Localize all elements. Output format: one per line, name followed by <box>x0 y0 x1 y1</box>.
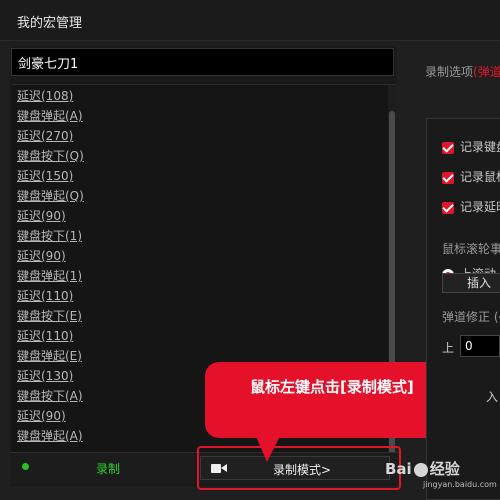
macro-event-item[interactable]: 延迟(150) <box>17 167 73 184</box>
record-status-dot <box>22 463 29 470</box>
macro-event-item[interactable]: 延迟(90) <box>17 207 66 224</box>
macro-event-item[interactable]: 键盘弹起(Q) <box>17 187 84 204</box>
trajectory-correction-label: 弹道修正 (← <box>442 310 500 324</box>
macro-event-item[interactable]: 延迟(270) <box>17 127 73 144</box>
checkbox-record-mouse[interactable]: 记录鼠标 <box>442 168 500 185</box>
baidu-watermark: Bai 经验 jingyan.baidu.com <box>385 458 497 489</box>
checkbox-record-delay[interactable]: 记录延时 <box>442 198 500 215</box>
macro-event-item[interactable]: 延迟(90) <box>17 247 66 264</box>
record-button[interactable]: 录制 <box>96 460 120 477</box>
watermark-text: Bai <box>385 460 412 478</box>
checkbox-record-keyboard[interactable]: 记录键盘 <box>442 138 500 155</box>
macro-event-item[interactable]: 键盘按下(A) <box>17 387 83 404</box>
macro-event-item[interactable]: 键盘弹起(A) <box>17 427 83 444</box>
macro-event-item[interactable]: 延迟(108) <box>17 87 73 104</box>
checkbox-checked-icon[interactable] <box>442 201 454 214</box>
macro-name-input[interactable] <box>11 48 394 76</box>
partial-label: 入 <box>486 390 499 404</box>
macro-event-item[interactable]: 键盘按下(E) <box>17 307 82 324</box>
checkbox-checked-icon[interactable] <box>442 141 454 154</box>
macro-event-item[interactable]: 延迟(90) <box>17 407 66 424</box>
macro-event-item[interactable]: 键盘按下(Q) <box>17 147 84 164</box>
macro-event-item[interactable]: 键盘弹起(A) <box>17 107 83 124</box>
record-options-label: 录制选项(弹道 <box>425 63 500 80</box>
checkbox-label: 记录延时 <box>460 200 500 214</box>
up-value-input[interactable]: 0 <box>460 335 500 357</box>
macro-event-item[interactable]: 延迟(110) <box>17 287 73 304</box>
up-label: 上 <box>442 341 455 355</box>
macro-event-item[interactable]: 键盘弹起(E) <box>17 347 82 364</box>
checkbox-label: 记录鼠标 <box>460 170 500 184</box>
checkbox-checked-icon[interactable] <box>442 171 454 184</box>
macro-event-item[interactable]: 键盘弹起(1) <box>17 267 82 284</box>
paw-icon <box>413 462 428 477</box>
macro-event-item[interactable]: 延迟(110) <box>17 327 73 344</box>
insert-button[interactable]: 插入 <box>442 273 500 293</box>
macro-event-item[interactable]: 键盘按下(1) <box>17 227 82 244</box>
record-options-accent: (弹道 <box>473 65 500 79</box>
highlight-box <box>197 446 401 490</box>
callout-text: 鼠标左键点击[录制模式] <box>250 378 414 396</box>
checkbox-label: 记录键盘 <box>460 140 500 154</box>
macro-event-item[interactable]: 延迟(130) <box>17 367 73 384</box>
mouse-wheel-label: 鼠标滚轮事 <box>442 242 500 256</box>
callout-tail <box>255 434 281 462</box>
watermark-text-2: 经验 <box>429 460 460 478</box>
watermark-url: jingyan.baidu.com <box>423 480 497 489</box>
window-title: 我的宏管理 <box>17 16 83 31</box>
title-bar: 我的宏管理 <box>0 0 500 41</box>
record-options-text: 录制选项 <box>425 65 474 79</box>
